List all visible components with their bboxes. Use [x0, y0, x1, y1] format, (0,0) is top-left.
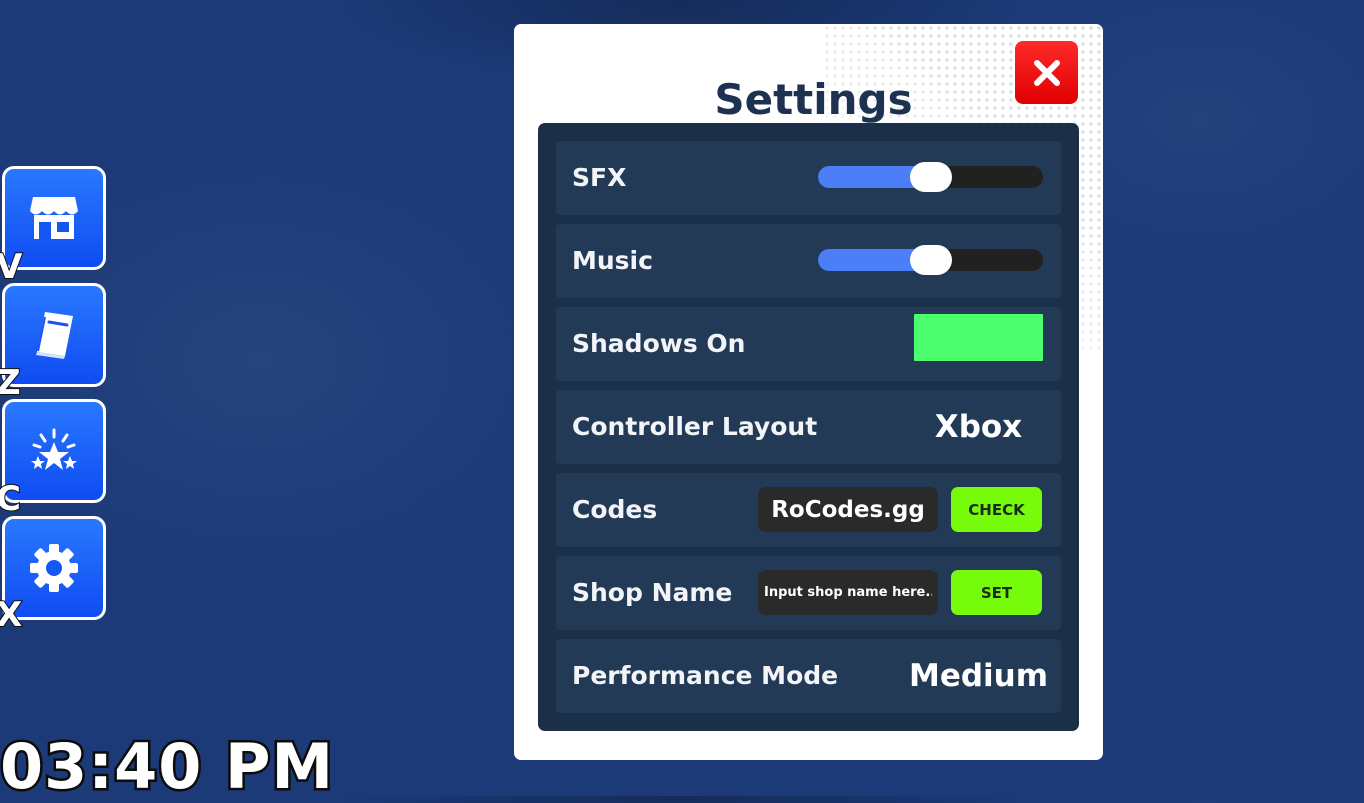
music-slider-knob[interactable]: [910, 245, 952, 275]
shadows-label: Shadows On: [572, 329, 746, 358]
close-button[interactable]: [1015, 41, 1078, 104]
settings-panel: SFX Music Shadows On Controller Layout X…: [538, 123, 1079, 731]
check-code-button[interactable]: CHECK: [951, 487, 1042, 532]
shop-hotkey: V: [0, 247, 23, 287]
performance-row: Performance Mode Medium: [556, 639, 1061, 713]
music-row: Music: [556, 224, 1061, 298]
book-icon: [36, 312, 73, 359]
performance-mode-value[interactable]: Medium: [901, 639, 1056, 713]
shop-name-input[interactable]: [758, 570, 938, 615]
shop-name-row: Shop Name SET: [556, 556, 1061, 630]
shop-icon: [30, 197, 78, 239]
controller-label: Controller Layout: [572, 412, 818, 441]
close-x-icon: [1033, 59, 1060, 86]
settings-hotkey: X: [0, 595, 23, 635]
code-input[interactable]: [758, 487, 938, 532]
stars-hotkey: C: [0, 479, 22, 519]
shadows-row: Shadows On: [556, 307, 1061, 381]
set-shop-name-button[interactable]: SET: [951, 570, 1042, 615]
shop-name-label: Shop Name: [572, 578, 733, 607]
performance-label: Performance Mode: [572, 661, 839, 690]
sfx-label: SFX: [572, 163, 627, 192]
book-hotkey: Z: [0, 363, 22, 403]
sfx-slider[interactable]: [818, 162, 1043, 192]
shadows-toggle[interactable]: [914, 314, 1043, 361]
controller-row: Controller Layout Xbox: [556, 390, 1061, 464]
settings-window: Settings SFX Music Shadows On Controller…: [514, 24, 1103, 760]
gear-icon: [30, 544, 78, 592]
controller-layout-value[interactable]: Xbox: [914, 390, 1043, 464]
music-label: Music: [572, 246, 653, 275]
codes-label: Codes: [572, 495, 658, 524]
stars-icon: [31, 428, 77, 470]
game-clock: 03:40 PM: [0, 729, 336, 803]
codes-row: Codes CHECK: [556, 473, 1061, 547]
sfx-slider-knob[interactable]: [910, 162, 952, 192]
music-slider[interactable]: [818, 245, 1043, 275]
sfx-row: SFX: [556, 141, 1061, 215]
